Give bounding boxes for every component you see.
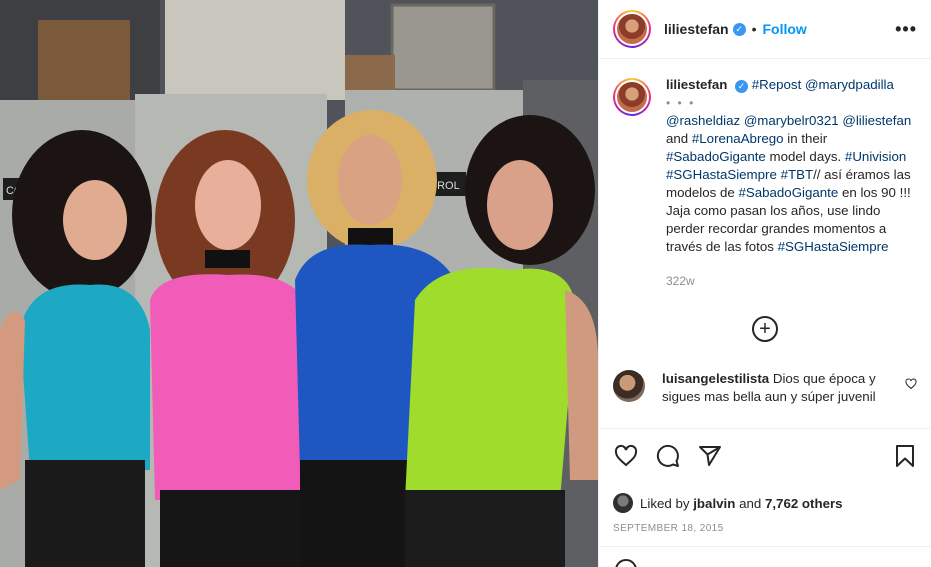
caption: liliestefan ✓ #Repost @marydpadilla • • … [613,76,917,290]
post-date[interactable]: SEPTEMBER 18, 2015 [613,523,917,534]
author-username[interactable]: liliestefan [664,21,729,37]
caption-and: and [666,131,689,146]
hashtag-univision[interactable]: #Univision [845,149,906,164]
hashtag-sabadogigante[interactable]: #SabadoGigante [666,149,766,164]
verified-badge-icon: ✓ [735,79,749,93]
heart-icon[interactable] [613,444,639,468]
likes-prefix: Liked by [640,495,690,511]
comment-item: luisangelestilista Dios que época y sigu… [613,370,917,406]
likes-and: and [739,495,762,511]
follow-button[interactable]: Follow [763,21,807,37]
caption-model-days: model days. [769,149,842,164]
post-header: liliestefan ✓ • Follow ••• [599,0,931,59]
more-options-icon[interactable]: ••• [895,19,917,40]
load-more-comments-button[interactable]: + [752,316,778,342]
post-side-panel: liliestefan ✓ • Follow ••• liliestefan ✓… [598,0,931,567]
caption-avatar[interactable] [613,78,651,116]
caption-dots: • • • [666,96,696,110]
post-photo[interactable]: COST STIROL [0,0,598,567]
separator-dot: • [751,21,757,37]
bookmark-icon[interactable] [893,443,917,469]
hashtag-tbt[interactable]: #TBT [781,167,814,182]
likes-summary: Liked by jbalvin and 7,762 others [613,493,917,513]
add-comment-bar [599,546,931,567]
mention-marybelr0321[interactable]: @marybelr0321 [744,113,839,128]
author-avatar[interactable] [613,10,651,48]
mention-rasheldiaz[interactable]: @rasheldiaz [666,113,740,128]
emoji-icon[interactable] [615,559,637,567]
share-icon[interactable] [697,444,723,468]
hashtag-sghastasiempre[interactable]: #SGHastaSiempre [666,167,777,182]
verified-badge-icon: ✓ [732,22,746,36]
like-comment-icon[interactable] [905,378,917,390]
likes-user[interactable]: jbalvin [693,496,735,511]
post-actions: Liked by jbalvin and 7,762 others SEPTEM… [599,428,931,534]
mention-marydpadilla[interactable]: @marydpadilla [805,77,894,92]
liker-avatar[interactable] [613,493,633,513]
caption-username[interactable]: liliestefan [666,77,727,92]
caption-in-their: in their [787,131,828,146]
post-photo-illustration: COST STIROL [0,0,598,567]
comment-icon[interactable] [655,444,681,468]
commenter-avatar[interactable] [613,370,645,402]
hashtag-sghastasiempre-2[interactable]: #SGHastaSiempre [778,239,889,254]
action-icons-row [613,441,917,471]
caption-area: liliestefan ✓ #Repost @marydpadilla • • … [599,60,931,366]
mention-liliestefan[interactable]: @liliestefan [842,113,911,128]
hashtag-sabadogigante-2[interactable]: #SabadoGigante [738,185,838,200]
caption-text: liliestefan ✓ #Repost @marydpadilla • • … [666,76,917,290]
post-time-ago[interactable]: 322w [666,272,917,290]
commenter-username[interactable]: luisangelestilista [662,371,769,386]
likes-count[interactable]: 7,762 others [765,496,843,511]
comment-text: luisangelestilista Dios que época y sigu… [662,370,894,406]
hashtag-lorenaabrego[interactable]: #LorenaAbrego [692,131,784,146]
hashtag-repost[interactable]: #Repost [752,77,802,92]
